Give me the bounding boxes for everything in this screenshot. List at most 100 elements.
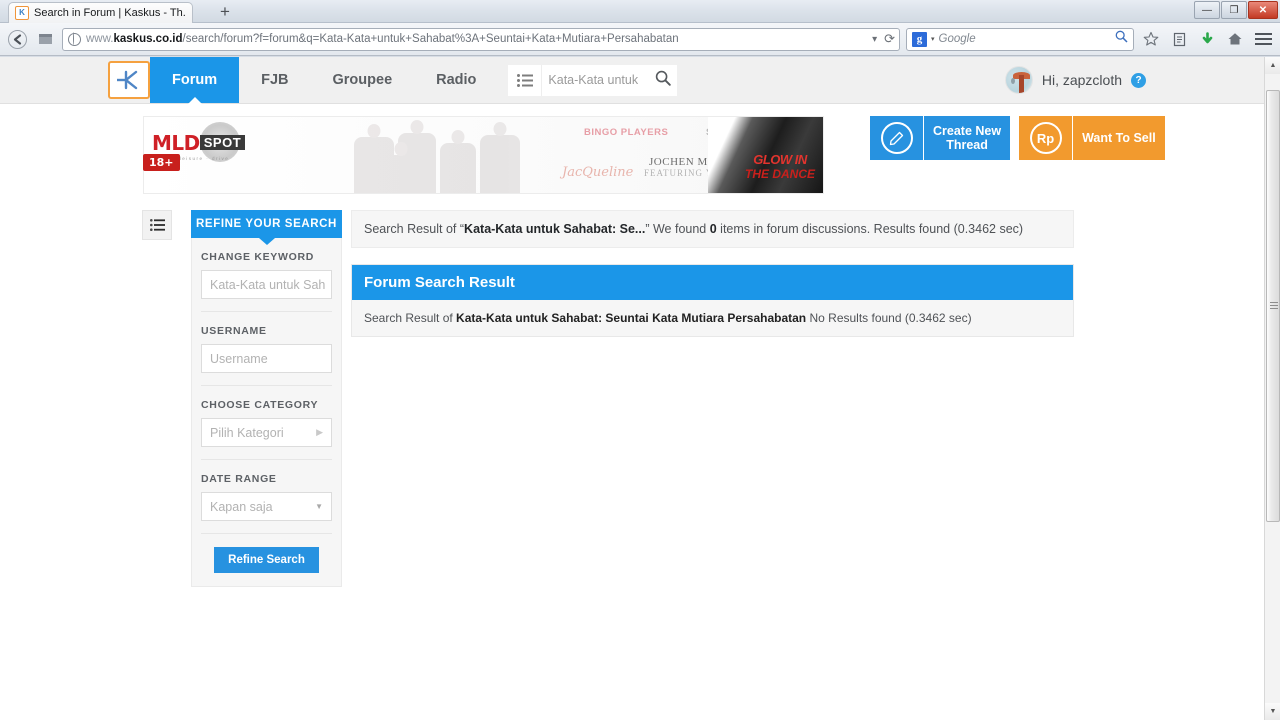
vertical-scrollbar[interactable]: ▲ ▼ (1264, 57, 1280, 720)
scrollbar-thumb[interactable] (1266, 90, 1280, 522)
browser-search-box[interactable]: g ▾ Google (906, 27, 1134, 51)
create-new-thread-button[interactable]: Create New Thread (870, 116, 1011, 160)
reload-icon[interactable]: ⟳ (884, 31, 895, 47)
rupiah-icon: Rp (1019, 116, 1073, 160)
sidebar-toggle-button[interactable] (142, 210, 172, 240)
summary-prefix: Search Result of “ (364, 222, 465, 236)
url-bar-actions: ▾ ⟳ (872, 31, 895, 47)
nav-item-forum[interactable]: Forum (150, 57, 240, 103)
results-column: Search Result of “Kata-Kata untuk Sahaba… (351, 210, 1074, 337)
age-restriction-badge: 18+ (143, 154, 180, 171)
bookmarks-icon[interactable] (34, 28, 56, 50)
field-date-range: DATE RANGE Kapan saja ▼ (201, 460, 332, 534)
new-tab-button[interactable]: + (220, 3, 230, 21)
scroll-down-arrow[interactable]: ▼ (1265, 703, 1280, 720)
nav-item-fjb[interactable]: FJB (239, 57, 310, 103)
reader-icon[interactable] (1168, 28, 1190, 50)
banner-brand: MLD (152, 131, 200, 155)
globe-icon (68, 32, 81, 46)
field-label: CHOOSE CATEGORY (201, 399, 319, 411)
event-title: GLOW IN THE DANCE (744, 152, 815, 181)
summary-middle: ” We found (645, 222, 710, 236)
date-range-select[interactable]: Kapan saja ▼ (201, 492, 332, 521)
search-icon[interactable] (1115, 30, 1128, 48)
field-label: CHANGE KEYWORD (201, 251, 315, 263)
field-value: Kata-Kata untuk Sah (210, 277, 326, 292)
want-to-sell-button[interactable]: Rp Want To Sell (1019, 116, 1165, 160)
site-search-group: Kata-Kata untuk (508, 57, 678, 103)
refine-button-wrap: Refine Search (201, 534, 332, 573)
back-icon[interactable] (6, 28, 28, 50)
kaskus-k-icon: K (15, 6, 29, 20)
chevron-down-icon[interactable]: ▾ (872, 34, 877, 45)
summary-query: Kata-Kata untuk Sahabat: Se... (464, 222, 646, 236)
banner-brand-suffix: SPOT (199, 135, 246, 150)
choose-category-select[interactable]: Pilih Kategori ▶ (201, 418, 332, 447)
nav-label: Forum (172, 72, 218, 88)
field-label: USERNAME (201, 325, 267, 337)
summary-count: 0 (709, 222, 717, 236)
field-value: Username (210, 351, 268, 366)
nav-label: Radio (436, 72, 477, 88)
content-row: REFINE YOUR SEARCH CHANGE KEYWORD Kata-K… (0, 210, 1264, 587)
field-username: USERNAME Username (201, 312, 332, 386)
browser-tab[interactable]: K Search in Forum | Kaskus - Th... (8, 2, 193, 23)
scrollbar-grip (1270, 302, 1278, 310)
event-artwork: GLOW IN THE DANCE (708, 117, 823, 193)
home-icon[interactable] (1224, 28, 1246, 50)
chevron-down-icon: ▼ (315, 502, 323, 511)
field-choose-category: CHOOSE CATEGORY Pilih Kategori ▶ (201, 386, 332, 460)
search-result-summary: Search Result of “Kata-Kata untuk Sahaba… (351, 210, 1074, 248)
summary-suffix: items in forum discussions. Results foun… (716, 222, 1024, 236)
kaskus-logo[interactable] (108, 61, 150, 99)
refine-panel-body: CHANGE KEYWORD Kata-Kata untuk Sah USERN… (191, 238, 342, 587)
downloads-icon[interactable] (1196, 28, 1218, 50)
username-input[interactable]: Username (201, 344, 332, 373)
mld-spot-banner[interactable]: MLD SPOT music · leisure · drive BINGO PL… (143, 116, 824, 194)
banner-row: MLD SPOT music · leisure · drive BINGO PL… (0, 104, 1264, 194)
page-viewport: Forum FJB Groupee Radio Kata-Kata untuk (0, 57, 1264, 720)
nav-item-radio[interactable]: Radio (414, 57, 498, 103)
google-g-icon: g (912, 31, 927, 47)
close-button[interactable]: ✕ (1248, 1, 1278, 19)
cta-buttons: Create New Thread Rp Want To Sell (870, 116, 1165, 160)
field-change-keyword: CHANGE KEYWORD Kata-Kata untuk Sah (201, 238, 332, 312)
nav-item-groupee[interactable]: Groupee (311, 57, 415, 103)
forum-search-result-title: Forum Search Result (352, 265, 1073, 300)
nav-label: FJB (261, 72, 289, 88)
minimize-button[interactable]: — (1194, 1, 1220, 19)
refine-panel-header: REFINE YOUR SEARCH (191, 210, 342, 238)
bookmark-star-icon[interactable] (1140, 28, 1162, 50)
window-controls: — ❐ ✕ (1194, 1, 1278, 19)
list-icon[interactable] (508, 64, 543, 96)
body-query: Kata-Kata untuk Sahabat: Seuntai Kata Mu… (456, 311, 807, 325)
site-search-value: Kata-Kata untuk (548, 73, 639, 87)
want-to-sell-label: Want To Sell (1072, 116, 1165, 160)
body-prefix: Search Result of (364, 311, 457, 325)
title-bar: K Search in Forum | Kaskus - Th... + — ❐… (0, 0, 1280, 23)
nav-label: Groupee (332, 72, 393, 88)
menu-icon[interactable] (1252, 28, 1274, 50)
url-bar[interactable]: www.kaskus.co.id/search/forum?f=forum&q=… (62, 27, 900, 51)
site-search-input[interactable]: Kata-Kata untuk (542, 64, 678, 96)
forum-search-result-block: Forum Search Result Search Result of Kat… (351, 264, 1074, 337)
forum-search-result-body: Search Result of Kata-Kata untuk Sahabat… (352, 300, 1073, 336)
scroll-up-arrow[interactable]: ▲ (1265, 57, 1280, 74)
user-area[interactable]: Hi, zapzcloth ? (1004, 57, 1146, 103)
create-thread-label: Create New Thread (923, 116, 1011, 160)
chevron-right-icon: ▶ (316, 427, 323, 437)
refine-search-panel: REFINE YOUR SEARCH CHANGE KEYWORD Kata-K… (191, 210, 342, 587)
restore-button[interactable]: ❐ (1221, 1, 1247, 19)
user-avatar[interactable] (1004, 66, 1033, 94)
pencil-icon (870, 116, 923, 160)
field-value: Kapan saja (210, 499, 273, 514)
user-greeting: Hi, zapzcloth (1041, 72, 1122, 88)
chevron-down-icon[interactable]: ▾ (931, 35, 935, 43)
help-icon[interactable]: ? (1131, 72, 1146, 88)
refine-search-button[interactable]: Refine Search (214, 547, 319, 573)
search-icon[interactable] (655, 70, 672, 91)
tab-title: Search in Forum | Kaskus - Th... (34, 7, 186, 19)
browser-toolbar: www.kaskus.co.id/search/forum?f=forum&q=… (0, 23, 1280, 56)
change-keyword-input[interactable]: Kata-Kata untuk Sah (201, 270, 332, 299)
site-navigation: Forum FJB Groupee Radio Kata-Kata untuk (0, 57, 1264, 104)
